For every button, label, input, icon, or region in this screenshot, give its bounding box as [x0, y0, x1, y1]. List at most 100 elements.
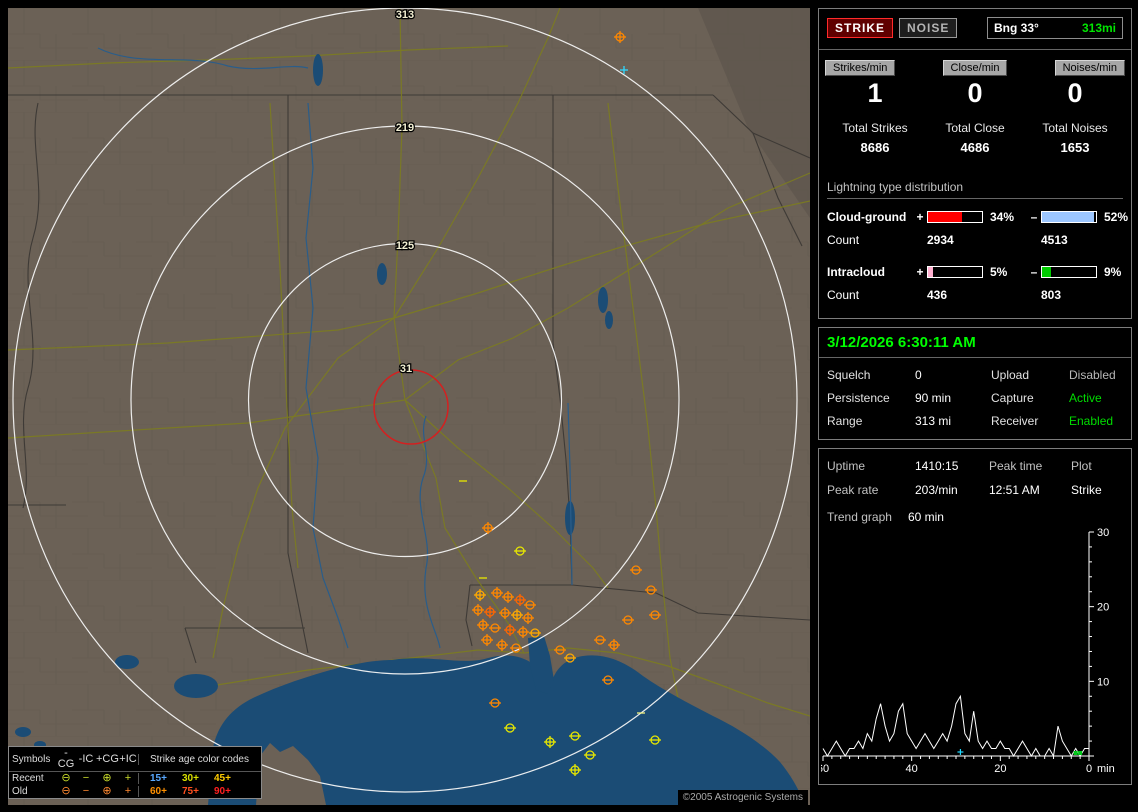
minus-sign: –	[1027, 265, 1041, 279]
nic-recent-icon: −	[76, 773, 96, 784]
receiver-label: Receiver	[991, 414, 1069, 428]
close-per-min-badge: Close/min	[943, 60, 1008, 76]
ring-label-31: 31	[400, 363, 412, 375]
copyright-text: ©2005 Astrogenic Systems	[678, 790, 808, 805]
datetime-display: 3/12/2026 6:30:11 AM	[819, 328, 1131, 358]
range-label: Range	[827, 414, 915, 428]
capture-value: Active	[1069, 391, 1123, 405]
intracloud-row: Intracloud + 5% – 9%	[827, 265, 1123, 279]
cg-positive-bar	[927, 211, 983, 223]
age-15: 15+	[150, 773, 182, 784]
status-box: 3/12/2026 6:30:11 AM Squelch 0 Upload Di…	[818, 327, 1132, 440]
x-tick-label: 40	[906, 763, 918, 775]
upload-value: Disabled	[1069, 368, 1123, 382]
distribution-title: Lightning type distribution	[827, 180, 1123, 199]
total-close-label: Total Close	[925, 121, 1025, 135]
peak-rate-value: 203/min	[915, 483, 989, 497]
side-panel: STRIKE NOISE Bng 33° 313mi Strikes/min C…	[818, 8, 1132, 793]
uptime-grid: Uptime 1410:15 Peak time Plot Peak rate …	[819, 449, 1131, 497]
ic-negative-bar	[1041, 266, 1097, 278]
ic-positive-bar	[927, 266, 983, 278]
total-noises-label: Total Noises	[1025, 121, 1125, 135]
legend-age-header: Strike age color codes	[146, 754, 258, 765]
nic-old-icon: −	[76, 786, 96, 797]
strike-indicator-button[interactable]: STRIKE	[827, 18, 893, 38]
cg-positive-pct: 34%	[985, 210, 1027, 224]
ncg-recent-icon: ⊖	[56, 773, 76, 784]
receiver-value: Enabled	[1069, 414, 1123, 428]
x-axis-unit: min	[1097, 763, 1115, 775]
x-tick-label: 0	[1086, 763, 1092, 775]
totals-row: Total Strikes 8686 Total Close 4686 Tota…	[819, 109, 1131, 155]
ic-positive-pct: 5%	[985, 265, 1027, 279]
pcg-old-icon: ⊕	[96, 786, 118, 797]
cloud-ground-row: Cloud-ground + 34% – 52%	[827, 210, 1123, 224]
age-45: 45+	[214, 773, 246, 784]
legend-symbols-header: Symbols	[12, 754, 56, 765]
total-close-value: 4686	[925, 140, 1025, 155]
total-strikes-label: Total Strikes	[825, 121, 925, 135]
cg-negative-count: 4513	[1041, 233, 1099, 247]
app-window: 313 219 125 31 Symbols -CG -IC +CG +IC S…	[0, 0, 1138, 812]
ring-label-219: 219	[396, 122, 414, 134]
cg-negative-bar	[1041, 211, 1097, 223]
upload-label: Upload	[991, 368, 1069, 382]
pcg-recent-icon: ⊕	[96, 773, 118, 784]
lightning-map: 313 219 125 31	[8, 8, 810, 805]
cg-count-label: Count	[827, 233, 913, 247]
legend-old-label: Old	[12, 786, 56, 797]
trend-graph-value: 60 min	[908, 510, 944, 524]
noises-per-min-badge: Noises/min	[1055, 60, 1125, 76]
minus-sign: –	[1027, 210, 1041, 224]
pic-old-icon: +	[118, 786, 138, 797]
legend-col-nic: -IC	[76, 754, 96, 765]
squelch-value: 0	[915, 368, 991, 382]
plus-sign: +	[913, 210, 927, 224]
intracloud-counts: Count 436 803	[827, 288, 1123, 304]
capture-label: Capture	[991, 391, 1069, 405]
rate-badges-row: Strikes/min Close/min Noises/min	[819, 50, 1131, 76]
y-tick-label: 20	[1097, 602, 1109, 614]
squelch-label: Squelch	[827, 368, 915, 382]
rate-values-row: 1 0 0	[819, 76, 1131, 109]
map-panel: 313 219 125 31 Symbols -CG -IC +CG +IC S…	[8, 8, 810, 805]
age-60: 60+	[150, 786, 182, 797]
bearing-range-value: 313mi	[1082, 21, 1116, 35]
uptime-value: 1410:15	[915, 459, 989, 473]
legend-recent-label: Recent	[12, 773, 56, 784]
ic-count-label: Count	[827, 288, 913, 302]
x-tick-label: 20	[994, 763, 1006, 775]
peak-time-value: 12:51 AM	[989, 483, 1071, 497]
cloud-ground-label: Cloud-ground	[827, 210, 913, 224]
cg-positive-count: 2934	[927, 233, 985, 247]
indicator-row: STRIKE NOISE Bng 33° 313mi	[819, 9, 1131, 50]
ring-label-313: 313	[396, 9, 414, 21]
cg-negative-pct: 52%	[1099, 210, 1128, 224]
age-30: 30+	[182, 773, 214, 784]
persistence-label: Persistence	[827, 391, 915, 405]
stats-box: STRIKE NOISE Bng 33° 313mi Strikes/min C…	[818, 8, 1132, 319]
pic-recent-icon: +	[118, 773, 138, 784]
total-noises-value: 1653	[1025, 140, 1125, 155]
y-tick-label: 30	[1097, 528, 1109, 539]
status-grid: Squelch 0 Upload Disabled Persistence 90…	[819, 358, 1131, 439]
age-90: 90+	[214, 786, 246, 797]
persistence-value: 90 min	[915, 391, 991, 405]
peak-rate-label: Peak rate	[827, 483, 915, 497]
noise-indicator-button[interactable]: NOISE	[899, 18, 957, 38]
x-tick-label: 60	[821, 763, 829, 775]
age-75: 75+	[182, 786, 214, 797]
trend-marker-icon	[1078, 751, 1082, 755]
y-tick-label: 10	[1097, 676, 1109, 688]
trend-box: Uptime 1410:15 Peak time Plot Peak rate …	[818, 448, 1132, 785]
cloud-ground-counts: Count 2934 4513	[827, 233, 1123, 249]
ic-negative-pct: 9%	[1099, 265, 1123, 279]
uptime-label: Uptime	[827, 459, 915, 473]
trend-graph-row: Trend graph 60 min	[819, 497, 1131, 524]
peak-time-label: Peak time	[989, 459, 1071, 473]
ncg-old-icon: ⊖	[56, 786, 76, 797]
range-value: 313 mi	[915, 414, 991, 428]
ic-positive-count: 436	[927, 288, 985, 302]
close-per-min-value: 0	[925, 78, 1025, 109]
total-strikes-value: 8686	[825, 140, 925, 155]
